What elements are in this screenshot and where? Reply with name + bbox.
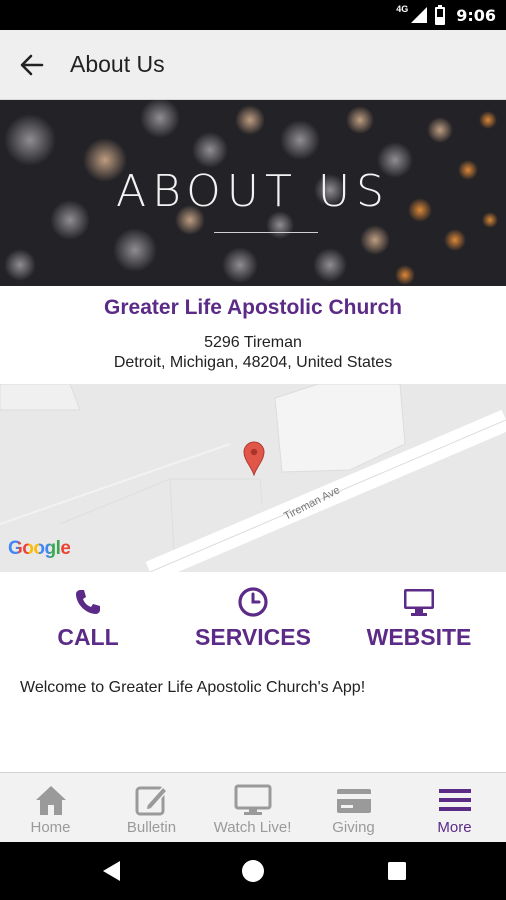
map-view[interactable] — [0, 384, 506, 572]
website-label: WEBSITE — [366, 624, 472, 650]
status-bar: 4G 9:06 — [0, 0, 506, 30]
monitor-icon — [234, 784, 272, 815]
nav-bulletin-label: Bulletin — [126, 819, 177, 836]
home-icon — [36, 786, 66, 815]
nav-watch-live[interactable]: Watch Live! — [202, 773, 303, 843]
battery-icon — [435, 5, 446, 25]
status-time: 9:06 — [456, 5, 496, 25]
nav-more[interactable]: More — [404, 773, 505, 843]
home-circle-icon[interactable] — [241, 859, 265, 883]
recents-square-icon[interactable] — [385, 859, 409, 883]
arrow-left-icon[interactable] — [18, 51, 46, 79]
hero-title: ABOUT US — [116, 166, 390, 217]
map-graphic — [0, 384, 506, 572]
nav-watch-live-label: Watch Live! — [213, 819, 292, 836]
nav-more-label: More — [437, 819, 472, 836]
nav-bulletin[interactable]: Bulletin — [101, 773, 202, 843]
nav-home-label: Home — [30, 819, 71, 836]
nav-home[interactable]: Home — [0, 773, 101, 843]
welcome-text: Welcome to Greater Life Apostolic Church… — [20, 679, 366, 696]
page-title: About Us — [70, 51, 165, 77]
back-triangle-icon[interactable] — [100, 859, 124, 883]
monitor-icon — [404, 589, 434, 616]
phone-icon — [76, 590, 100, 614]
bottom-nav: Home Bulletin Watch Live! Giving More — [0, 772, 506, 842]
edit-icon — [135, 785, 169, 816]
system-nav-bar — [0, 842, 506, 900]
nav-giving-label: Giving — [332, 819, 375, 836]
signal-icon — [411, 7, 428, 23]
church-name: Greater Life Apostolic Church — [104, 296, 402, 319]
services-label: SERVICES — [195, 624, 311, 650]
google-logo: Google — [8, 538, 71, 559]
map-pin-icon[interactable] — [242, 440, 266, 476]
address-line1: 5296 Tireman — [204, 334, 302, 351]
network-type: 4G — [396, 4, 409, 14]
clock-icon — [238, 587, 268, 617]
call-label: CALL — [57, 624, 119, 650]
credit-card-icon — [337, 789, 371, 813]
hero-divider — [214, 232, 318, 233]
services-button[interactable]: SERVICES — [173, 586, 333, 656]
nav-giving[interactable]: Giving — [303, 773, 404, 843]
call-button[interactable]: CALL — [8, 586, 168, 656]
address-line2: Detroit, Michigan, 48204, United States — [113, 354, 393, 371]
website-button[interactable]: WEBSITE — [339, 586, 499, 656]
status-icons: 4G 9:06 — [396, 4, 496, 26]
app-bar: About Us — [0, 30, 506, 100]
menu-icon — [439, 789, 471, 811]
